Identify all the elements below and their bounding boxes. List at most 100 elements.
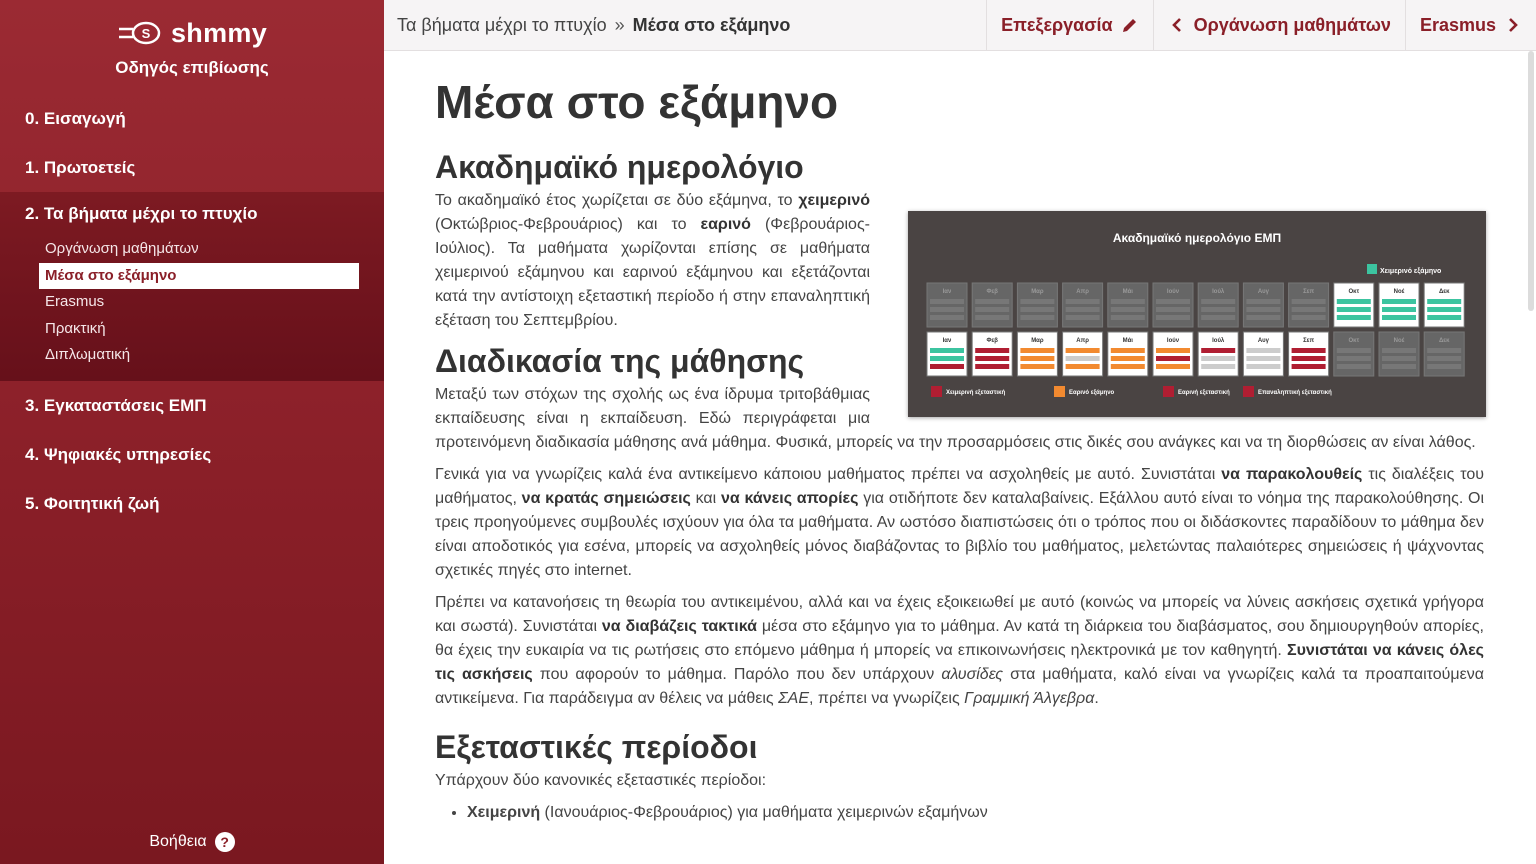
calendar-bar: [1201, 307, 1236, 312]
emphasis: να διαβάζεις τακτικά: [601, 618, 757, 635]
month-label: Οκτ: [1348, 338, 1359, 344]
sidebar-subitem-erasmus[interactable]: Erasmus: [39, 289, 359, 316]
sidebar-item-degree-steps[interactable]: 2. Τα βήματα μέχρι το πτυχίο: [0, 192, 384, 236]
emphasis: να κρατάς σημειώσεις: [521, 490, 691, 507]
text: (Ιανουάριος-Φεβρουάριος) για μαθήματα χε…: [540, 804, 988, 821]
shmmy-logo-icon: S: [118, 21, 161, 45]
breadcrumb-parent[interactable]: Τα βήματα μέχρι το πτυχίο: [397, 15, 607, 36]
sidebar-subitem-course-organization[interactable]: Οργάνωση μαθημάτων: [39, 236, 359, 263]
brand-name[interactable]: shmmy: [171, 18, 267, 49]
calendar-bar: [1110, 348, 1145, 353]
paragraph-learning-3: Πρέπει να κατανοήσεις τη θεωρία του αντι…: [435, 591, 1484, 711]
calendar-bar: [1110, 315, 1145, 320]
legend-label: Εαρινή εξεταστική: [1178, 390, 1230, 396]
calendar-bar: [1291, 364, 1326, 369]
calendar-bar: [1291, 348, 1326, 353]
calendar-bar: [1427, 315, 1462, 320]
calendar-bar: [930, 315, 964, 320]
legend-swatch: [1367, 264, 1377, 274]
calendar-bar: [1291, 307, 1326, 312]
calendar-bar: [1336, 307, 1371, 312]
calendar-bar: [1382, 299, 1416, 304]
calendar-bar: [975, 299, 1010, 304]
calendar-bar: [1156, 356, 1190, 361]
sidebar-subitem-during-semester[interactable]: Μέσα στο εξάμηνο: [39, 262, 359, 289]
brand: S shmmy Οδηγός επιβίωσης: [0, 14, 384, 78]
next-page-button[interactable]: Erasmus: [1404, 0, 1536, 51]
sidebar-item-digital-services[interactable]: 4. Ψηφιακές υπηρεσίες: [0, 430, 384, 479]
month-label: Φεβ: [986, 338, 998, 344]
calendar-bar: [930, 307, 964, 312]
sidebar-subitem-internship[interactable]: Πρακτική: [39, 316, 359, 343]
sidebar-item-student-life[interactable]: 5. Φοιτητική ζωή: [0, 479, 384, 528]
month-label: Οκτ: [1348, 289, 1359, 295]
sidebar-item-freshmen[interactable]: 1. Πρωτοετείς: [0, 143, 384, 192]
help-link[interactable]: Βοήθεια ?: [0, 832, 384, 852]
prev-page-label: Οργάνωση μαθημάτων: [1193, 14, 1391, 35]
calendar-bar: [1156, 315, 1190, 320]
month-label: Νοέ: [1394, 338, 1405, 344]
calendar-bar: [1065, 364, 1100, 369]
calendar-bar: [1020, 356, 1055, 361]
month-label: Μάι: [1123, 289, 1134, 295]
section-heading-calendar: Ακαδημαϊκό ημερολόγιο: [435, 149, 804, 185]
calendar-bar: [1291, 299, 1326, 304]
calendar-bar: [1382, 348, 1416, 353]
sidebar-item-intro[interactable]: 0. Εισαγωγή: [0, 94, 384, 143]
calendar-bar: [1065, 356, 1100, 361]
emphasis: Χειμερινή: [467, 804, 541, 821]
sidebar-subitem-thesis[interactable]: Διπλωματική: [39, 342, 359, 369]
calendar-bar: [1065, 315, 1100, 320]
month-label: Φεβ: [986, 289, 998, 295]
calendar-bar: [1110, 364, 1145, 369]
month-label: Ιαν: [943, 338, 952, 344]
calendar-bar: [1020, 315, 1055, 320]
calendar-bar: [930, 364, 964, 369]
calendar-bar: [1065, 299, 1100, 304]
sidebar-item-facilities[interactable]: 3. Εγκαταστάσεις ΕΜΠ: [0, 381, 384, 430]
question-icon: ?: [214, 832, 235, 852]
list-item: Χειμερινή (Ιανουάριος-Φεβρουάριος) για μ…: [467, 801, 1484, 825]
breadcrumb-separator: »: [614, 14, 625, 35]
calendar-title: Ακαδημαϊκό ημερολόγιο ΕΜΠ: [1113, 231, 1281, 245]
calendar-bar: [1110, 356, 1145, 361]
article: Μέσα στο εξάμηνο Ακαδημαϊκό ημερολόγιο Α…: [435, 71, 1486, 825]
prev-page-button[interactable]: Οργάνωση μαθημάτων: [1152, 0, 1405, 51]
academic-calendar-figure: Ακαδημαϊκό ημερολόγιο ΕΜΠ Χειμερινό εξάμη…: [908, 211, 1486, 417]
calendar-bar: [1110, 307, 1145, 312]
calendar-bar: [1201, 315, 1236, 320]
text: Το ακαδημαϊκό έτος χωρίζεται σε δύο εξάμ…: [435, 192, 799, 209]
month-label: Δεκ: [1439, 338, 1450, 344]
legend-swatch: [931, 386, 942, 397]
month-label: Σεπ: [1303, 338, 1314, 344]
month-label: Ιούλ: [1212, 289, 1225, 295]
calendar-bar: [975, 356, 1010, 361]
calendar-bar: [975, 307, 1010, 312]
emphasis: χειμερινό: [798, 192, 870, 209]
svg-text:S: S: [142, 26, 151, 41]
italic: ΣΑΕ: [778, 690, 810, 707]
text: Γενικά για να γνωρίζεις καλά ένα αντικεί…: [435, 466, 1222, 483]
scrollbar[interactable]: [1528, 51, 1534, 311]
emphasis: να παρακολουθείς: [1221, 466, 1363, 483]
calendar-bar: [1427, 348, 1462, 353]
legend-swatch: [1163, 386, 1174, 397]
sidebar-group-degree-steps: 2. Τα βήματα μέχρι το πτυχίο Οργάνωση μα…: [0, 192, 384, 381]
month-label: Ιούν: [1167, 289, 1180, 295]
calendar-bar: [975, 315, 1010, 320]
edit-button[interactable]: Επεξεργασία: [986, 0, 1152, 51]
calendar-bar: [1020, 364, 1055, 369]
calendar-bar: [1156, 364, 1190, 369]
page-title: Μέσα στο εξάμηνο: [435, 76, 839, 128]
calendar-bar: [1427, 364, 1462, 369]
emphasis: εαρινό: [700, 216, 751, 233]
academic-calendar-image: Ακαδημαϊκό ημερολόγιο ΕΜΠ Χειμερινό εξάμη…: [926, 231, 1465, 397]
text: (Οκτώβριος-Φεβρουάριος) και το: [435, 216, 701, 233]
month-label: Απρ: [1076, 289, 1089, 295]
chevron-right-icon: [1509, 18, 1518, 32]
month-label: Απρ: [1076, 338, 1089, 344]
calendar-bar: [1110, 299, 1145, 304]
calendar-bar: [975, 364, 1010, 369]
edit-label: Επεξεργασία: [1001, 14, 1113, 35]
topbar: Τα βήματα μέχρι το πτυχίο » Μέσα στο εξά…: [384, 0, 1536, 51]
